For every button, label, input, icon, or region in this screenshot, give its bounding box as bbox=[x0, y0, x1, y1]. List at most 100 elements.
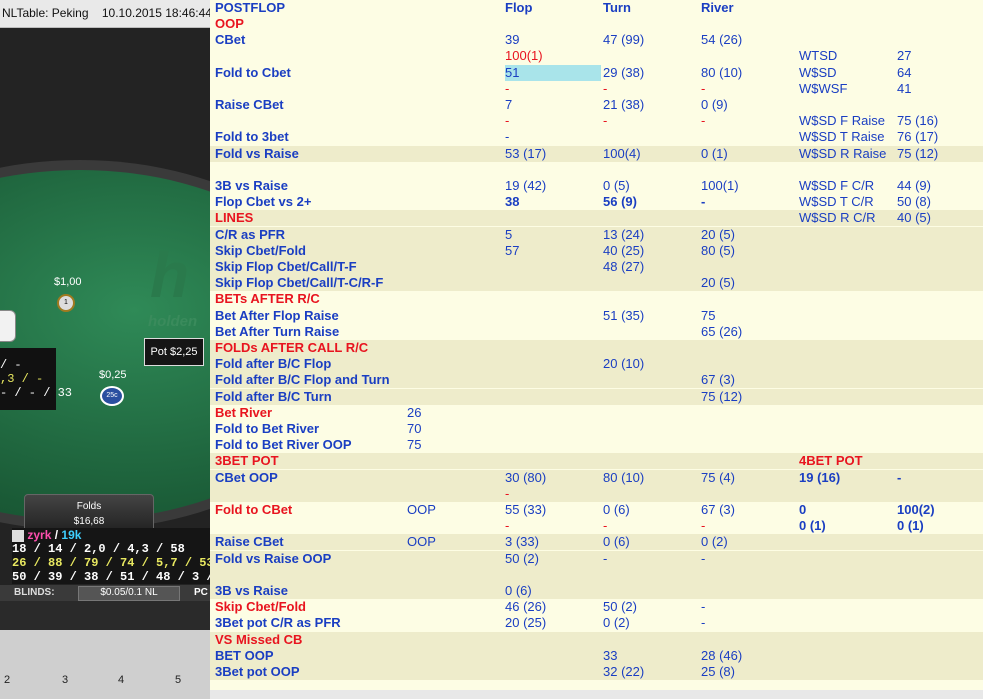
stat-r2[interactable]: 64 bbox=[897, 65, 911, 81]
stat-r2[interactable]: - bbox=[897, 470, 901, 486]
stat-river[interactable]: 80 (10) bbox=[701, 65, 742, 81]
player-hud[interactable]: zyrk / 19k 18 / 14 / 2,0 / 4,3 / 58 26 /… bbox=[12, 528, 210, 584]
stat-r1[interactable]: W$SD F Raise bbox=[799, 113, 885, 129]
stat-river[interactable]: - bbox=[701, 518, 705, 534]
stat-flop[interactable]: 50 (2) bbox=[505, 551, 539, 567]
stat-flop[interactable]: 3 (33) bbox=[505, 534, 539, 550]
stat-flop[interactable]: 5 bbox=[505, 227, 512, 243]
stat-river[interactable]: - bbox=[701, 81, 705, 97]
stat-r1[interactable]: W$SD T C/R bbox=[799, 194, 874, 210]
stat-river[interactable]: 54 (26) bbox=[701, 32, 742, 48]
stat-flop[interactable]: 20 (25) bbox=[505, 615, 546, 631]
stat-r2[interactable]: 100(2) bbox=[897, 502, 935, 518]
stat-r2[interactable]: 0 (1) bbox=[897, 518, 924, 534]
stat-turn[interactable]: 0 (6) bbox=[603, 502, 630, 518]
stat-r2[interactable]: 75 (16) bbox=[897, 113, 938, 129]
stat-flop[interactable]: 38 bbox=[505, 194, 519, 210]
stat-river[interactable]: 20 (5) bbox=[701, 227, 735, 243]
stat-turn[interactable]: 32 (22) bbox=[603, 664, 644, 680]
stat-flop[interactable]: 0 (6) bbox=[505, 583, 532, 599]
stat-river[interactable]: - bbox=[701, 194, 705, 210]
opponent-hud[interactable]: / - ,3 / - - / - / 33 bbox=[0, 348, 72, 410]
stat-turn[interactable]: - bbox=[603, 113, 607, 129]
stat-r2[interactable]: 44 (9) bbox=[897, 178, 931, 194]
stat-turn[interactable]: 0 (6) bbox=[603, 534, 630, 550]
stat-river[interactable]: 80 (5) bbox=[701, 243, 735, 259]
stat-river[interactable]: - bbox=[701, 599, 705, 615]
stat-turn[interactable]: 100(4) bbox=[603, 146, 641, 162]
stat-oop[interactable]: OOP bbox=[407, 534, 436, 550]
stat-r2[interactable]: 50 (8) bbox=[897, 194, 931, 210]
stat-river[interactable]: 0 (2) bbox=[701, 534, 728, 550]
stat-oop[interactable]: 70 bbox=[407, 421, 421, 437]
stat-flop[interactable]: - bbox=[505, 518, 509, 534]
stat-r2[interactable]: 75 (12) bbox=[897, 146, 938, 162]
stat-river[interactable]: - bbox=[701, 113, 705, 129]
stat-oop[interactable]: 75 bbox=[407, 437, 421, 453]
stat-flop[interactable]: 57 bbox=[505, 243, 519, 259]
stat-flop[interactable]: 100(1) bbox=[505, 48, 543, 64]
stat-oop[interactable]: 26 bbox=[407, 405, 421, 421]
stat-flop[interactable]: 46 (26) bbox=[505, 599, 546, 615]
stat-turn[interactable]: 0 (2) bbox=[603, 615, 630, 631]
stat-turn[interactable]: 0 (5) bbox=[603, 178, 630, 194]
stat-turn[interactable]: 13 (24) bbox=[603, 227, 644, 243]
stat-river[interactable]: 67 (3) bbox=[701, 372, 735, 388]
stat-turn[interactable]: 20 (10) bbox=[603, 356, 644, 372]
stat-r1[interactable]: 19 (16) bbox=[799, 470, 840, 486]
stat-flop[interactable]: 19 (42) bbox=[505, 178, 546, 194]
stat-turn[interactable]: - bbox=[603, 551, 607, 567]
stat-r2[interactable]: 40 (5) bbox=[897, 210, 931, 226]
stat-r1[interactable]: 0 (1) bbox=[799, 518, 826, 534]
stat-r1[interactable]: W$SD F C/R bbox=[799, 178, 874, 194]
stat-river[interactable]: 75 (4) bbox=[701, 470, 735, 486]
stat-river[interactable]: 0 (9) bbox=[701, 97, 728, 113]
stat-river[interactable]: 75 bbox=[701, 308, 715, 324]
stat-river[interactable]: 28 (46) bbox=[701, 648, 742, 664]
stat-r1[interactable]: WTSD bbox=[799, 48, 837, 64]
stat-river[interactable]: - bbox=[701, 551, 705, 567]
stat-r1[interactable]: W$SD R Raise bbox=[799, 146, 886, 162]
stat-r1[interactable]: 0 bbox=[799, 502, 806, 518]
stat-turn[interactable]: 80 (10) bbox=[603, 470, 644, 486]
stat-flop[interactable]: - bbox=[505, 113, 509, 129]
stat-turn[interactable]: 50 (2) bbox=[603, 599, 637, 615]
player-seat-box[interactable]: Folds $16,68 bbox=[24, 494, 154, 532]
stat-river[interactable]: 20 (5) bbox=[701, 275, 735, 291]
stat-flop[interactable]: - bbox=[505, 129, 509, 145]
scrollbar-area[interactable] bbox=[210, 690, 983, 699]
stat-turn[interactable]: 56 (9) bbox=[603, 194, 637, 210]
stat-river[interactable]: 100(1) bbox=[701, 178, 739, 194]
stat-turn[interactable]: 29 (38) bbox=[603, 65, 644, 81]
stat-river[interactable]: - bbox=[701, 615, 705, 631]
stat-flop[interactable]: - bbox=[505, 81, 509, 97]
stat-turn[interactable]: 51 (35) bbox=[603, 308, 644, 324]
stat-r1[interactable]: W$SD R C/R bbox=[799, 210, 876, 226]
stat-turn[interactable]: 33 bbox=[603, 648, 617, 664]
stat-flop[interactable]: 55 (33) bbox=[505, 502, 546, 518]
stat-turn[interactable]: - bbox=[603, 518, 607, 534]
stat-r2[interactable]: 76 (17) bbox=[897, 129, 938, 145]
stat-turn[interactable]: 47 (99) bbox=[603, 32, 644, 48]
stat-r1[interactable]: W$WSF bbox=[799, 81, 847, 97]
stat-r2[interactable]: 41 bbox=[897, 81, 911, 97]
seat-button[interactable] bbox=[0, 310, 16, 342]
stat-river[interactable]: 65 (26) bbox=[701, 324, 742, 340]
stat-river[interactable]: 0 (1) bbox=[701, 146, 728, 162]
stat-river[interactable]: 67 (3) bbox=[701, 502, 735, 518]
stat-flop[interactable]: 30 (80) bbox=[505, 470, 546, 486]
stat-river[interactable]: 25 (8) bbox=[701, 664, 735, 680]
stat-oop[interactable]: OOP bbox=[407, 502, 436, 518]
stat-r1[interactable]: 4BET POT bbox=[799, 453, 863, 469]
stat-turn[interactable]: 40 (25) bbox=[603, 243, 644, 259]
stat-r1[interactable]: W$SD T Raise bbox=[799, 129, 885, 145]
stat-flop[interactable]: 51 bbox=[505, 64, 601, 81]
stat-turn[interactable]: - bbox=[603, 81, 607, 97]
stat-turn[interactable]: 21 (38) bbox=[603, 97, 644, 113]
stat-r1[interactable]: W$SD bbox=[799, 65, 837, 81]
stat-flop[interactable]: - bbox=[505, 486, 509, 502]
stat-flop[interactable]: 7 bbox=[505, 97, 512, 113]
stat-turn[interactable]: 48 (27) bbox=[603, 259, 644, 275]
stat-river[interactable]: 75 (12) bbox=[701, 389, 742, 405]
stat-flop[interactable]: 39 bbox=[505, 32, 519, 48]
